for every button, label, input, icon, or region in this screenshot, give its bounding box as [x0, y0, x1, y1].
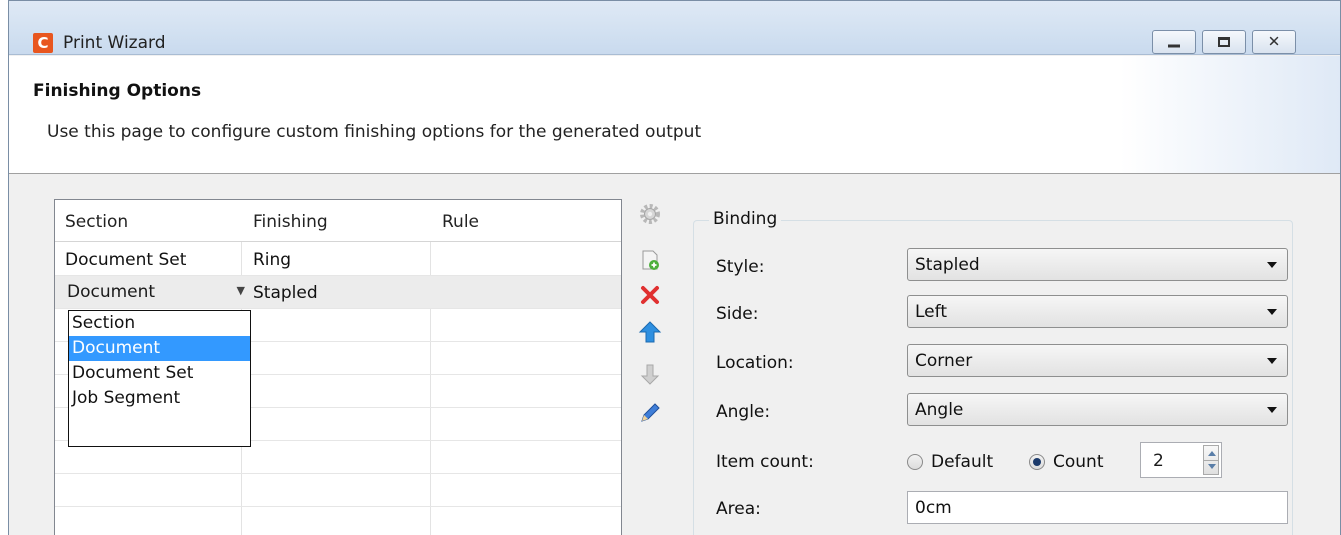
chevron-down-icon [1267, 309, 1277, 315]
spin-down-icon[interactable] [1208, 464, 1216, 469]
chevron-down-icon[interactable]: ▼ [237, 284, 245, 297]
maximize-icon [1218, 37, 1230, 47]
location-value: Corner [915, 351, 973, 371]
style-label: Style: [716, 257, 765, 277]
move-up-icon[interactable] [637, 319, 663, 345]
close-icon: ✕ [1267, 32, 1281, 51]
section-cell-editor[interactable]: Document ▼ [63, 278, 245, 306]
window-title: Print Wizard [63, 33, 166, 53]
add-icon[interactable] [637, 247, 663, 273]
style-select[interactable]: Stapled [907, 248, 1288, 281]
dropdown-option-document-set[interactable]: Document Set [69, 361, 250, 386]
minimize-icon [1168, 44, 1180, 48]
section-dropdown-list[interactable]: Section Document Document Set Job Segmen… [68, 310, 251, 447]
angle-label: Angle: [716, 402, 771, 422]
move-down-icon[interactable] [637, 361, 663, 387]
delete-icon[interactable] [637, 282, 663, 308]
table-row-selected[interactable]: Document ▼ Stapled [55, 276, 621, 309]
angle-select[interactable]: Angle [907, 393, 1288, 426]
count-value: 2 [1153, 451, 1164, 471]
app-logo-icon: C [33, 33, 53, 53]
angle-value: Angle [915, 400, 964, 420]
dropdown-option-job-segment[interactable]: Job Segment [69, 386, 250, 411]
page-title: Finishing Options [33, 81, 202, 101]
location-select[interactable]: Corner [907, 344, 1288, 377]
close-button[interactable]: ✕ [1252, 30, 1296, 54]
cell-finishing: Stapled [253, 283, 318, 303]
dropdown-option-section[interactable]: Section [69, 311, 250, 336]
side-label: Side: [716, 304, 759, 324]
area-input[interactable]: 0cm [907, 491, 1288, 524]
location-label: Location: [716, 353, 794, 373]
cell-finishing: Ring [253, 250, 292, 270]
table-header: Section Finishing Rule [55, 200, 621, 242]
count-spinner[interactable]: 2 [1140, 442, 1222, 478]
side-select[interactable]: Left [907, 295, 1288, 328]
default-radio-label[interactable]: Default [931, 452, 993, 472]
maximize-button[interactable] [1202, 30, 1246, 54]
edit-icon[interactable] [637, 400, 663, 426]
side-value: Left [915, 302, 947, 322]
table-row[interactable]: Document Set Ring [55, 243, 621, 276]
count-radio[interactable] [1029, 454, 1045, 470]
column-header-rule[interactable]: Rule [442, 212, 479, 232]
chevron-down-icon [1267, 358, 1277, 364]
page-description: Use this page to configure custom finish… [47, 122, 702, 142]
dropdown-option-document[interactable]: Document [69, 336, 250, 361]
print-wizard-window: C Print Wizard ✕ Finishing Options Use t… [8, 0, 1341, 535]
column-header-section[interactable]: Section [65, 212, 128, 232]
style-value: Stapled [915, 255, 980, 275]
cell-section: Document Set [65, 250, 187, 270]
chevron-down-icon [1267, 262, 1277, 268]
area-value: 0cm [915, 498, 952, 518]
item-count-label: Item count: [716, 452, 814, 472]
column-header-finishing[interactable]: Finishing [253, 212, 328, 232]
minimize-button[interactable] [1152, 30, 1196, 54]
section-editor-value: Document [67, 282, 156, 302]
gear-icon[interactable] [637, 201, 663, 227]
binding-group-label: Binding [709, 209, 782, 229]
spinner-buttons[interactable] [1203, 445, 1219, 475]
count-radio-label[interactable]: Count [1053, 452, 1104, 472]
title-bar[interactable]: C Print Wizard ✕ [9, 1, 1340, 55]
finishing-table[interactable]: Section Finishing Rule Document Set Ring… [54, 199, 622, 535]
wizard-header: Finishing Options Use this page to confi… [9, 56, 1340, 174]
chevron-down-icon [1267, 407, 1277, 413]
table-row-empty [55, 474, 621, 507]
spin-up-icon[interactable] [1208, 451, 1216, 456]
area-label: Area: [716, 499, 761, 519]
default-radio[interactable] [907, 454, 923, 470]
